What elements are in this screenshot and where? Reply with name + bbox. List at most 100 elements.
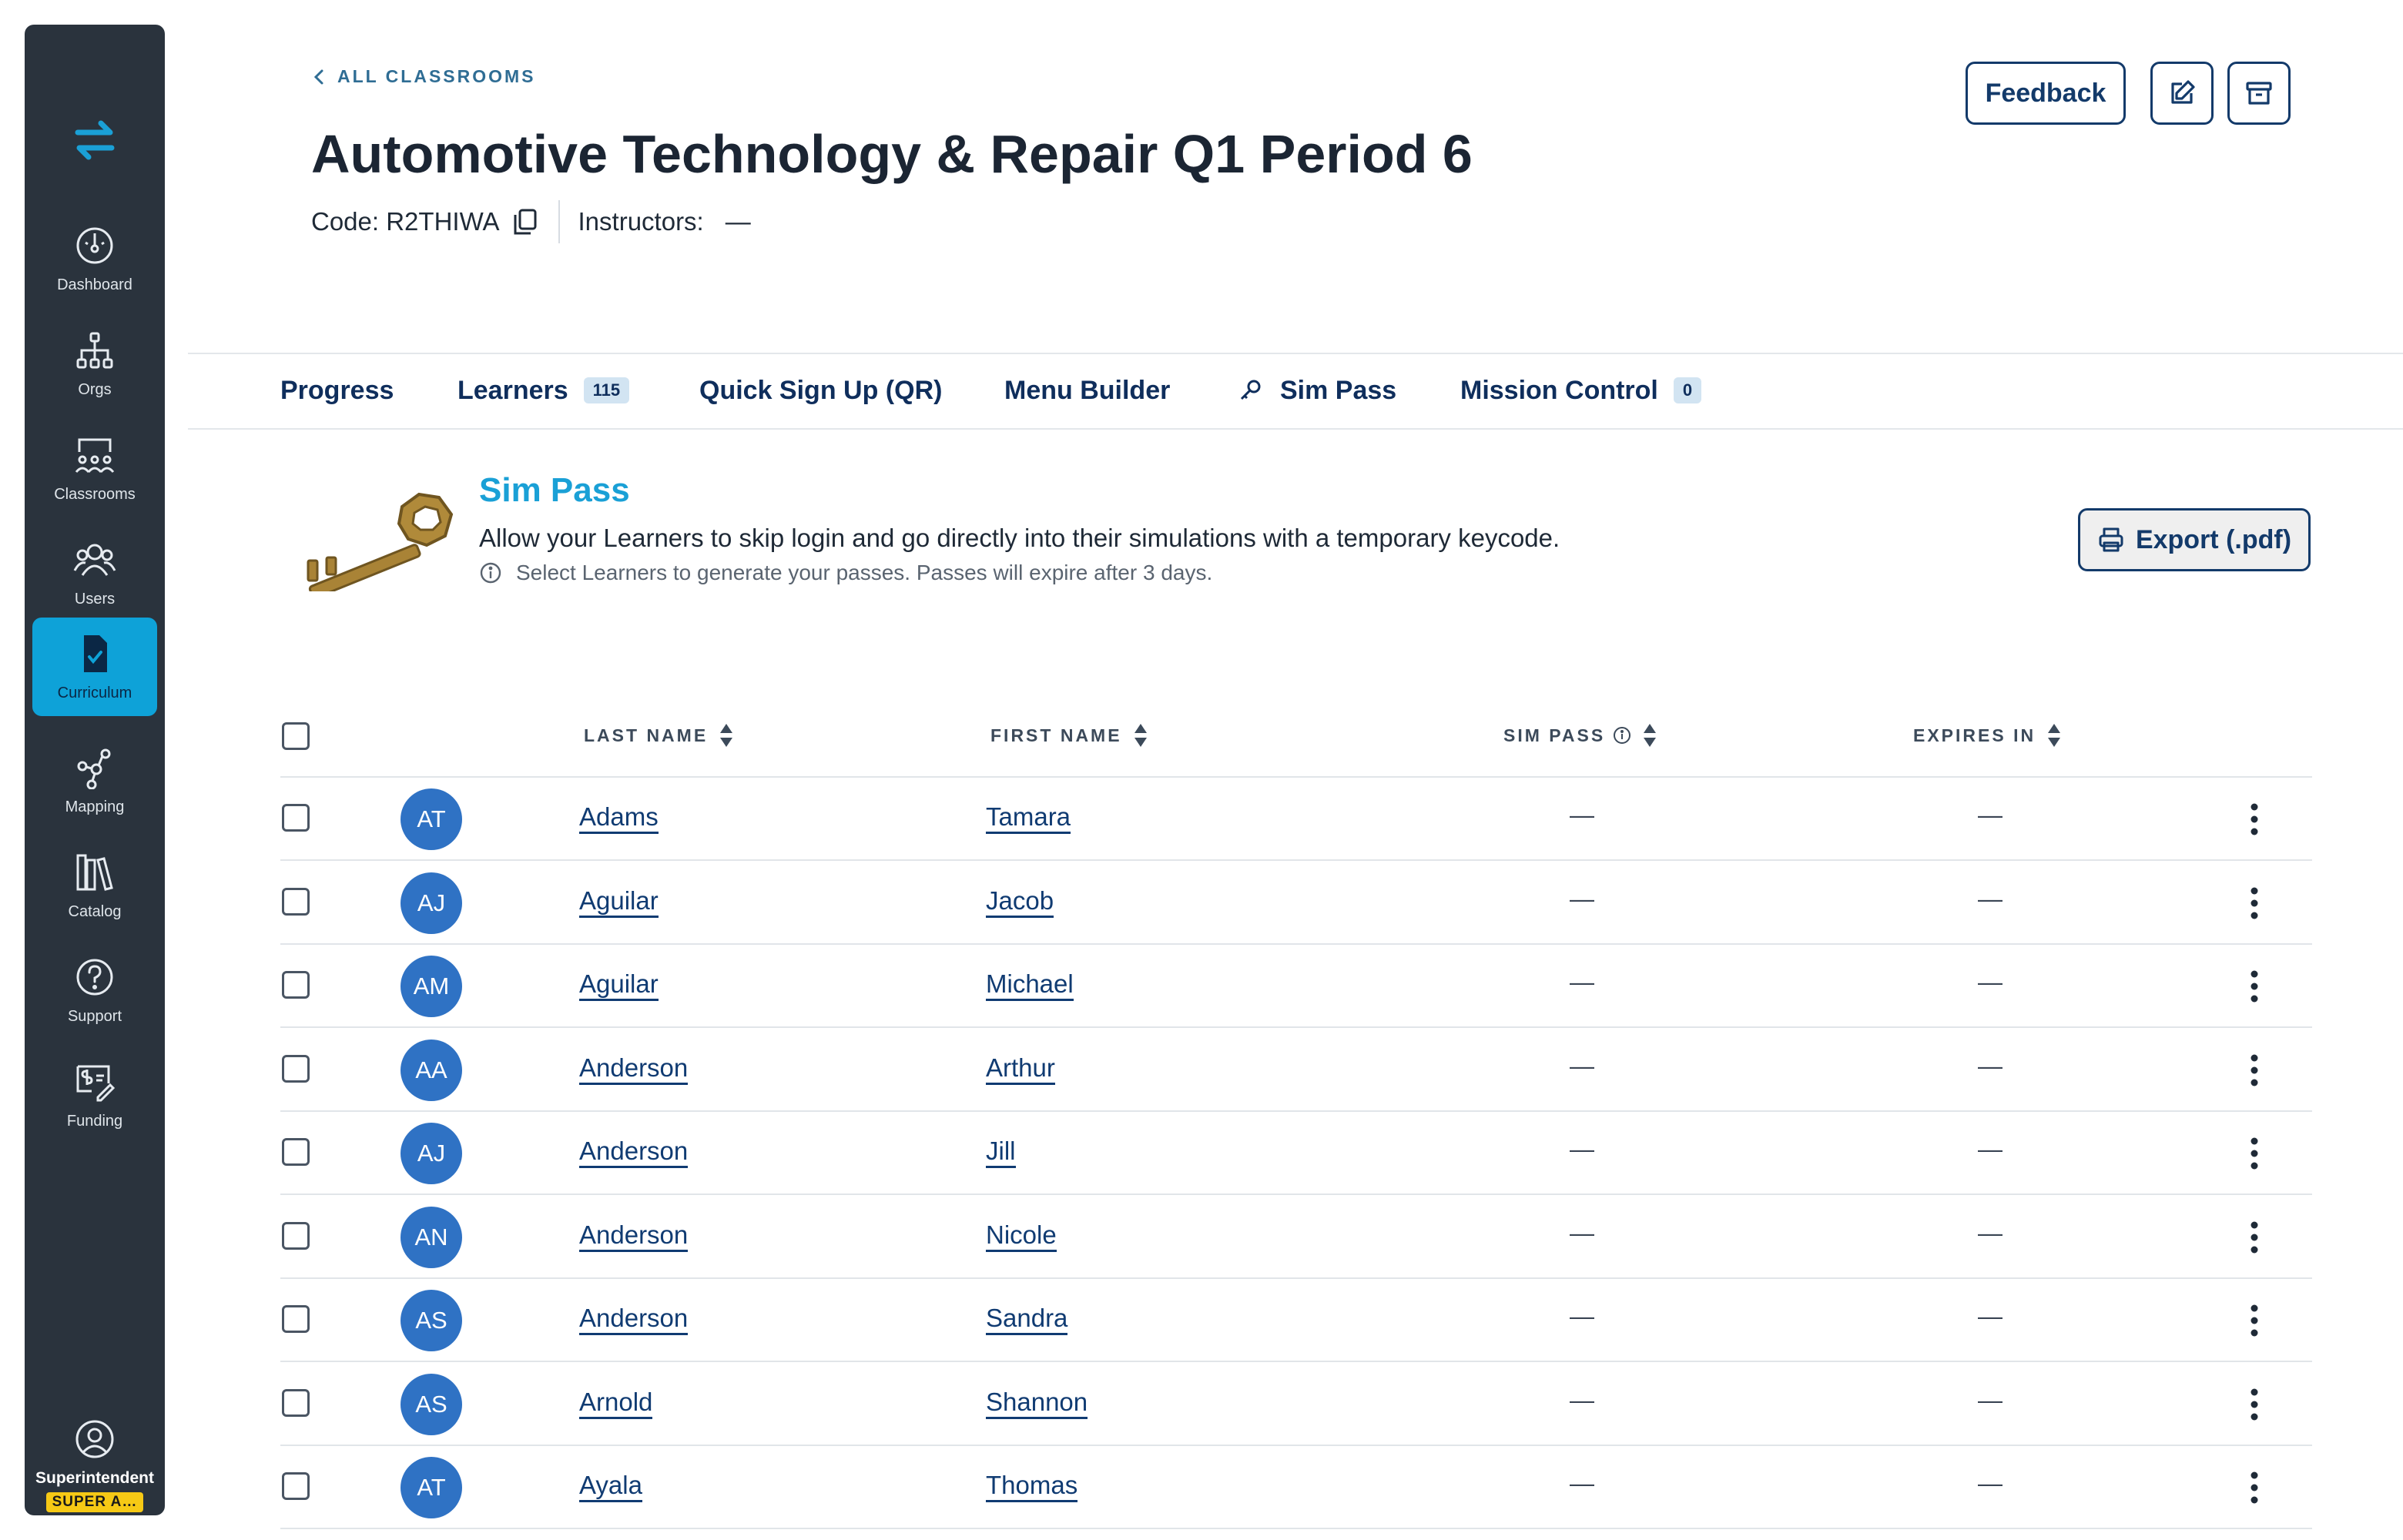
row-checkbox[interactable] [282, 1221, 310, 1250]
last-name-link[interactable]: Ayala [579, 1471, 642, 1502]
sidebar-item-orgs[interactable]: Orgs [32, 314, 157, 413]
sim-pass-key-illustration [307, 492, 454, 591]
tab-quick-sign-up[interactable]: Quick Sign Up (QR) [699, 370, 942, 411]
table-row: AS Arnold Shannon — — [280, 1363, 2312, 1446]
user-profile[interactable]: Superintendent SUPER A… [25, 1418, 165, 1512]
sort-icon [720, 724, 733, 747]
last-name-link[interactable]: Aguilar [579, 886, 659, 918]
mission-control-count-badge: 0 [1673, 377, 1702, 403]
sim-pass-value: — [1570, 801, 1594, 829]
sidebar-item-classrooms[interactable]: Classrooms [32, 419, 157, 517]
more-options-icon[interactable] [2243, 968, 2266, 1005]
edit-button[interactable] [2150, 62, 2214, 125]
sidebar-item-dashboard[interactable]: Dashboard [32, 209, 157, 308]
export-pdf-button[interactable]: Export (.pdf) [2078, 508, 2311, 571]
back-link-label: ALL CLASSROOMS [337, 66, 536, 86]
column-header-label: EXPIRES IN [1913, 725, 2036, 745]
column-header-expires-in[interactable]: EXPIRES IN [1913, 724, 2062, 747]
row-checkbox[interactable] [282, 1472, 310, 1500]
more-options-icon[interactable] [2243, 1302, 2266, 1339]
last-name-link[interactable]: Anderson [579, 1304, 689, 1335]
row-checkbox[interactable] [282, 887, 310, 916]
last-name-link[interactable]: Adams [579, 802, 659, 834]
sidebar-item-catalog[interactable]: Catalog [32, 836, 157, 935]
sidebar-item-curriculum[interactable]: Curriculum [32, 618, 157, 716]
funding-icon [76, 1065, 116, 1102]
first-name-link[interactable]: Sandra [986, 1304, 1068, 1335]
table-row: AN Anderson Nicole — — [280, 1196, 2312, 1279]
first-name-link[interactable]: Shannon [986, 1388, 1088, 1419]
avatar: AT [400, 1457, 462, 1518]
row-checkbox[interactable] [282, 971, 310, 999]
avatar: AM [400, 956, 462, 1017]
role-badge: SUPER A… [45, 1492, 144, 1512]
tab-menu-builder[interactable]: Menu Builder [1004, 370, 1170, 411]
tab-learners[interactable]: Learners 115 [457, 370, 630, 411]
tab-label: Learners [457, 375, 568, 405]
expires-in-value: — [1978, 1385, 2002, 1414]
first-name-link[interactable]: Jill [986, 1137, 1016, 1168]
tab-label: Mission Control [1460, 375, 1658, 405]
column-header-label: LAST NAME [584, 725, 709, 745]
more-options-icon[interactable] [2243, 1052, 2266, 1089]
select-all-checkbox[interactable] [282, 722, 310, 750]
sim-pass-value: — [1570, 968, 1594, 996]
last-name-link[interactable]: Arnold [579, 1388, 653, 1419]
table-row: AT Ayala Thomas — — [280, 1446, 2312, 1529]
sidebar-item-users[interactable]: Users [32, 524, 157, 622]
sidebar-item-funding[interactable]: Funding [32, 1046, 157, 1144]
row-checkbox[interactable] [282, 1388, 310, 1417]
avatar: AJ [400, 872, 462, 934]
sim-pass-title: Sim Pass [479, 471, 630, 509]
first-name-link[interactable]: Arthur [986, 1053, 1055, 1085]
table-row: AM Aguilar Michael — — [280, 945, 2312, 1028]
app-logo[interactable] [25, 108, 165, 172]
first-name-link[interactable]: Jacob [986, 886, 1054, 918]
info-icon[interactable] [1613, 726, 1631, 745]
last-name-link[interactable]: Anderson [579, 1053, 689, 1085]
copy-icon[interactable] [511, 207, 538, 236]
row-checkbox[interactable] [282, 804, 310, 832]
sort-icon [2048, 724, 2061, 747]
back-to-classrooms-link[interactable]: ALL CLASSROOMS [311, 66, 536, 87]
tab-sim-pass[interactable]: Sim Pass [1238, 370, 1396, 411]
sim-pass-note-text: Select Learners to generate your passes.… [516, 561, 1213, 584]
row-checkbox[interactable] [282, 1138, 310, 1166]
more-options-icon[interactable] [2243, 1135, 2266, 1172]
dashboard-icon [76, 227, 113, 264]
more-options-icon[interactable] [2243, 801, 2266, 838]
expires-in-value: — [1978, 1218, 2002, 1247]
row-checkbox[interactable] [282, 1305, 310, 1333]
tab-label: Quick Sign Up (QR) [699, 375, 943, 405]
sidebar-item-mapping[interactable]: Mapping [32, 732, 157, 830]
tab-progress[interactable]: Progress [280, 370, 394, 411]
more-options-icon[interactable] [2243, 885, 2266, 922]
more-options-icon[interactable] [2243, 1386, 2266, 1423]
first-name-link[interactable]: Tamara [986, 802, 1071, 834]
last-name-link[interactable]: Anderson [579, 1220, 689, 1252]
feedback-button[interactable]: Feedback [1966, 62, 2126, 125]
more-options-icon[interactable] [2243, 1219, 2266, 1256]
column-header-label: SIM PASS [1503, 725, 1606, 745]
info-icon [480, 562, 501, 584]
last-name-link[interactable]: Aguilar [579, 969, 659, 1001]
column-header-last-name[interactable]: LAST NAME [584, 724, 734, 747]
export-label: Export (.pdf) [2135, 524, 2292, 554]
first-name-link[interactable]: Thomas [986, 1471, 1078, 1502]
avatar: AN [400, 1206, 462, 1268]
column-header-sim-pass[interactable]: SIM PASS [1503, 724, 1657, 747]
first-name-link[interactable]: Michael [986, 969, 1074, 1001]
last-name-link[interactable]: Anderson [579, 1137, 689, 1168]
row-checkbox[interactable] [282, 1054, 310, 1083]
column-header-first-name[interactable]: FIRST NAME [990, 724, 1148, 747]
tab-mission-control[interactable]: Mission Control 0 [1460, 370, 1702, 411]
sim-pass-value: — [1570, 1135, 1594, 1163]
sidebar-item-label: Support [67, 1008, 122, 1025]
sim-pass-description: Allow your Learners to skip login and go… [479, 524, 1560, 552]
first-name-link[interactable]: Nicole [986, 1220, 1057, 1252]
catalog-icon [76, 854, 113, 891]
sidebar-item-support[interactable]: Support [32, 941, 157, 1040]
more-options-icon[interactable] [2243, 1469, 2266, 1506]
classroom-icon [75, 438, 115, 473]
archive-button[interactable] [2227, 62, 2291, 125]
